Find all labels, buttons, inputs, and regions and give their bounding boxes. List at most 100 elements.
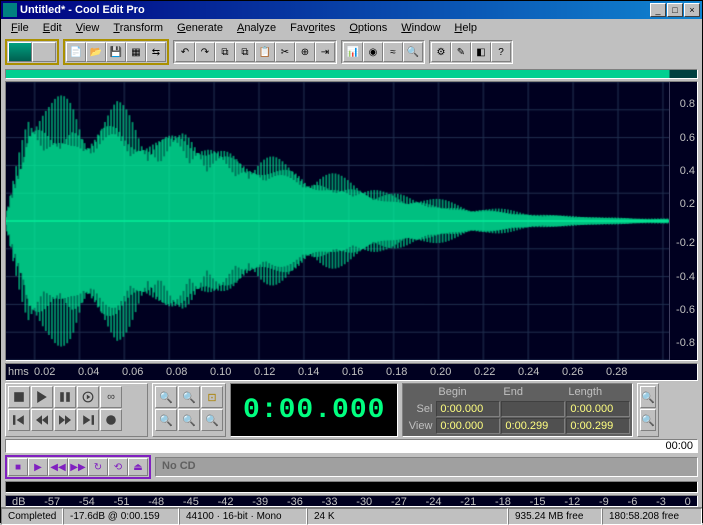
cd-eject-button[interactable]: ⏏ <box>128 458 148 476</box>
maximize-button[interactable]: □ <box>667 3 683 17</box>
copy-new-button[interactable]: ⧉ <box>235 42 255 62</box>
transport-controls: ∞ <box>5 383 148 437</box>
titlebar[interactable]: Untitled* - Cool Edit Pro _ □ × <box>1 1 702 19</box>
waveform-canvas[interactable] <box>6 82 669 360</box>
scripts-button[interactable]: ✎ <box>451 42 471 62</box>
window-title: Untitled* - Cool Edit Pro <box>20 4 650 16</box>
play-loop-button[interactable]: ∞ <box>100 386 122 408</box>
end-header: End <box>501 386 565 400</box>
selection-view-panel: Begin End Length Sel 0:00.000 0:00.000 V… <box>402 383 633 437</box>
zoom-right-button[interactable]: 🔍 <box>201 409 223 431</box>
phase-button[interactable]: ◉ <box>363 42 383 62</box>
view-end[interactable]: 0:00.299 <box>501 418 565 434</box>
convert-button[interactable]: ⇆ <box>146 42 166 62</box>
cd-play-button[interactable]: ▶ <box>28 458 48 476</box>
settings-button[interactable]: ⚙ <box>431 42 451 62</box>
cd-prev-button[interactable]: ◀◀ <box>48 458 68 476</box>
trim-button[interactable]: ⇥ <box>315 42 335 62</box>
status-format: 44100 · 16-bit · Mono <box>179 508 307 525</box>
cd-status: No CD <box>155 457 698 477</box>
view-length[interactable]: 0:00.299 <box>566 418 630 434</box>
close-button[interactable]: × <box>684 3 700 17</box>
menu-options[interactable]: Options <box>343 21 393 35</box>
view-begin[interactable]: 0:00.000 <box>436 418 500 434</box>
amplitude-ruler: 0.80.60.40.2-0.2-0.4-0.6-0.8 <box>669 82 697 360</box>
status-size: 24 K <box>307 508 508 525</box>
copy-button[interactable]: ⧉ <box>215 42 235 62</box>
pause-button[interactable] <box>54 386 76 408</box>
menu-edit[interactable]: Edit <box>37 21 68 35</box>
zoom-out-button[interactable]: 🔍 <box>178 386 200 408</box>
waveform-display[interactable]: 0.80.60.40.2-0.2-0.4-0.6-0.8 <box>5 81 698 361</box>
app-icon <box>3 3 17 17</box>
stats-button[interactable]: 🔍 <box>403 42 423 62</box>
minimize-button[interactable]: _ <box>650 3 666 17</box>
analyze-group: 📊 ◉ ≈ 🔍 <box>341 40 425 64</box>
status-peak: -17.6dB @ 0:00.159 <box>63 508 179 525</box>
options-group: ⚙ ✎ ◧ ? <box>429 40 513 64</box>
sel-begin[interactable]: 0:00.000 <box>436 401 500 417</box>
device-button[interactable]: ◧ <box>471 42 491 62</box>
menu-file[interactable]: File <box>5 21 35 35</box>
batch-button[interactable]: ▦ <box>126 42 146 62</box>
zoom-left-button[interactable]: 🔍 <box>178 409 200 431</box>
menu-window[interactable]: Window <box>395 21 446 35</box>
sel-length[interactable]: 0:00.000 <box>566 401 630 417</box>
open-button[interactable]: 📂 <box>86 42 106 62</box>
vzoom-out-button[interactable]: 🔍 <box>640 409 656 431</box>
stop-button[interactable] <box>8 386 30 408</box>
cd-refresh-button[interactable]: ⟲ <box>108 458 128 476</box>
help-button[interactable]: ? <box>491 42 511 62</box>
multitrack-view-button[interactable] <box>32 42 56 62</box>
sel-end[interactable] <box>501 401 565 417</box>
cd-next-button[interactable]: ▶▶ <box>68 458 88 476</box>
go-start-button[interactable] <box>8 409 30 431</box>
menu-view[interactable]: View <box>70 21 106 35</box>
db-scale: dB-57-54-51-48-45-42-39-36-33-30-27-24-2… <box>5 495 698 507</box>
spectral-button[interactable]: ≈ <box>383 42 403 62</box>
vzoom-in-button[interactable]: 🔍 <box>640 386 656 408</box>
zoom-in-button[interactable]: 🔍 <box>155 386 177 408</box>
cd-repeat-button[interactable]: ↻ <box>88 458 108 476</box>
level-time: 00:00 <box>665 440 693 452</box>
record-button[interactable] <box>100 409 122 431</box>
save-button[interactable]: 💾 <box>106 42 126 62</box>
level-meter[interactable] <box>5 481 698 493</box>
begin-header: Begin <box>436 386 500 400</box>
menu-analyze[interactable]: Analyze <box>231 21 282 35</box>
menu-help[interactable]: Help <box>448 21 483 35</box>
file-group: 📄 📂 💾 ▦ ⇆ <box>63 39 169 65</box>
zoom-controls: 🔍 🔍 ⊡ 🔍 🔍 🔍 <box>152 383 226 437</box>
play-to-end-button[interactable] <box>77 386 99 408</box>
forward-button[interactable] <box>54 409 76 431</box>
go-end-button[interactable] <box>77 409 99 431</box>
menubar: File Edit View Transform Generate Analyz… <box>1 19 702 37</box>
edit-view-button[interactable] <box>8 42 32 62</box>
status-timefree: 180:58.208 free <box>602 508 702 525</box>
menu-generate[interactable]: Generate <box>171 21 229 35</box>
overview-bar[interactable] <box>5 69 698 79</box>
level-bar: 00:00 <box>5 439 698 453</box>
sel-label: Sel <box>405 401 435 417</box>
zoom-sel-button[interactable]: 🔍 <box>155 409 177 431</box>
status-state: Completed <box>1 508 63 525</box>
redo-button[interactable]: ↷ <box>195 42 215 62</box>
mix-paste-button[interactable]: ⊕ <box>295 42 315 62</box>
menu-transform[interactable]: Transform <box>107 21 169 35</box>
menu-favorites[interactable]: Favorites <box>284 21 341 35</box>
status-disk: 935.24 MB free <box>508 508 602 525</box>
time-ruler[interactable]: hms0.020.040.060.080.100.120.140.160.180… <box>5 363 698 381</box>
new-button[interactable]: 📄 <box>66 42 86 62</box>
statusbar: Completed -17.6dB @ 0:00.159 44100 · 16-… <box>1 507 702 525</box>
rewind-button[interactable] <box>31 409 53 431</box>
length-header: Length <box>566 386 630 400</box>
time-display[interactable]: 0:00.000 <box>230 383 398 437</box>
cd-stop-button[interactable]: ■ <box>8 458 28 476</box>
cut-button[interactable]: ✂ <box>275 42 295 62</box>
cd-controls: ■ ▶ ◀◀ ▶▶ ↻ ⟲ ⏏ <box>5 455 151 479</box>
paste-button[interactable]: 📋 <box>255 42 275 62</box>
undo-button[interactable]: ↶ <box>175 42 195 62</box>
play-button[interactable] <box>31 386 53 408</box>
zoom-full-button[interactable]: ⊡ <box>201 386 223 408</box>
freq-analysis-button[interactable]: 📊 <box>343 42 363 62</box>
